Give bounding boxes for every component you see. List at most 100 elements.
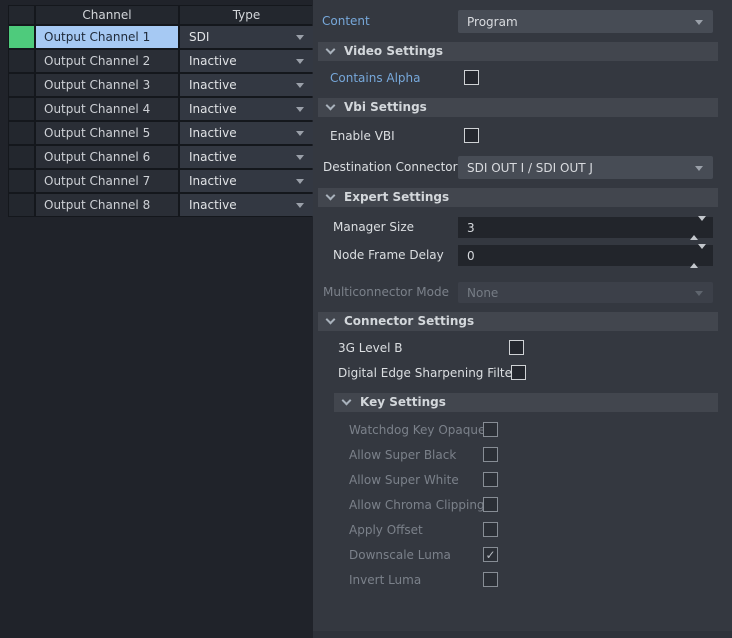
channel-cell[interactable]: Output Channel 3	[36, 74, 178, 96]
type-dropdown[interactable]: SDI	[180, 26, 313, 48]
node-frame-delay-label: Node Frame Delay	[333, 245, 444, 266]
chevron-down-icon	[296, 83, 304, 88]
stepper-down-icon[interactable]	[698, 216, 706, 235]
settings-panel: Content Program Video Settings Contains …	[313, 0, 732, 638]
apply-offset-checkbox	[483, 522, 498, 537]
allow-chroma-clipping-label: Allow Chroma Clipping	[349, 497, 485, 514]
type-dropdown[interactable]: Inactive	[180, 122, 313, 144]
section-expert-settings[interactable]: Expert Settings	[318, 188, 718, 207]
multiconnector-mode-row: Multiconnector Mode None	[313, 282, 732, 303]
node-frame-delay-row: Node Frame Delay 0	[313, 245, 732, 266]
row-marker-cell[interactable]	[9, 122, 34, 144]
contains-alpha-checkbox[interactable]	[464, 70, 479, 85]
digital-edge-sharpening-row: Digital Edge Sharpening Filter	[313, 365, 732, 382]
chevron-down-icon	[326, 101, 336, 111]
chevron-down-icon	[326, 315, 336, 325]
type-dropdown[interactable]: Inactive	[180, 74, 313, 96]
watchdog-key-opaque-checkbox	[483, 422, 498, 437]
chevron-down-icon	[296, 179, 304, 184]
row-marker-cell[interactable]	[9, 170, 34, 192]
channel-cell[interactable]: Output Channel 2	[36, 50, 178, 72]
destination-connector-row: Destination Connector SDI OUT I / SDI OU…	[313, 156, 732, 179]
contains-alpha-label: Contains Alpha	[330, 70, 421, 87]
chevron-down-icon	[296, 107, 304, 112]
chevron-down-icon	[296, 155, 304, 160]
section-key-settings[interactable]: Key Settings	[334, 393, 718, 412]
type-dropdown[interactable]: Inactive	[180, 194, 313, 216]
multiconnector-mode-label: Multiconnector Mode	[323, 282, 449, 303]
type-dropdown[interactable]: Inactive	[180, 98, 313, 120]
invert-luma-checkbox	[483, 572, 498, 587]
apply-offset-row: Apply Offset	[313, 522, 732, 539]
stepper-down-icon[interactable]	[698, 244, 706, 263]
table-header-marker	[9, 6, 34, 24]
chevron-down-icon	[695, 166, 703, 171]
node-frame-delay-stepper[interactable]: 0	[458, 245, 713, 266]
row-marker-cell[interactable]	[9, 74, 34, 96]
section-video-settings[interactable]: Video Settings	[318, 42, 718, 61]
content-dropdown[interactable]: Program	[458, 10, 713, 33]
channel-cell[interactable]: Output Channel 1	[36, 26, 178, 48]
channel-cell[interactable]: Output Channel 8	[36, 194, 178, 216]
row-marker-cell[interactable]	[9, 26, 34, 48]
downscale-luma-row: Downscale Luma ✓	[313, 547, 732, 564]
panel-bottom-edge	[313, 631, 732, 638]
channel-cell[interactable]: Output Channel 4	[36, 98, 178, 120]
channel-cell[interactable]: Output Channel 7	[36, 170, 178, 192]
enable-vbi-row: Enable VBI	[313, 128, 732, 145]
row-marker-cell[interactable]	[9, 50, 34, 72]
table-header-channel: Channel	[36, 6, 178, 24]
allow-super-white-checkbox	[483, 472, 498, 487]
row-marker-cell[interactable]	[9, 146, 34, 168]
apply-offset-label: Apply Offset	[349, 522, 423, 539]
chevron-down-icon	[296, 131, 304, 136]
content-label: Content	[322, 10, 370, 33]
chevron-down-icon	[695, 20, 703, 25]
type-dropdown[interactable]: Inactive	[180, 50, 313, 72]
allow-chroma-clipping-checkbox	[483, 497, 498, 512]
section-connector-settings[interactable]: Connector Settings	[318, 312, 718, 331]
channel-table: Channel Type Output Channel 1 SDI Output…	[8, 5, 312, 217]
downscale-luma-label: Downscale Luma	[349, 547, 451, 564]
enable-vbi-checkbox[interactable]	[464, 128, 479, 143]
chevron-down-icon	[326, 45, 336, 55]
allow-super-black-checkbox	[483, 447, 498, 462]
invert-luma-row: Invert Luma	[313, 572, 732, 589]
watchdog-key-opaque-row: Watchdog Key Opaque	[313, 422, 732, 439]
section-vbi-settings[interactable]: Vbi Settings	[318, 98, 718, 117]
multiconnector-mode-dropdown: None	[458, 282, 713, 303]
enable-vbi-label: Enable VBI	[330, 128, 395, 145]
chevron-down-icon	[296, 59, 304, 64]
3g-level-b-label: 3G Level B	[338, 340, 402, 357]
3g-level-b-row: 3G Level B	[313, 340, 732, 357]
row-marker-cell[interactable]	[9, 98, 34, 120]
stepper-up-icon[interactable]	[690, 221, 698, 240]
manager-size-row: Manager Size 3	[313, 217, 732, 238]
chevron-down-icon	[326, 191, 336, 201]
stepper-up-icon[interactable]	[690, 249, 698, 268]
allow-super-black-row: Allow Super Black	[313, 447, 732, 464]
chevron-down-icon	[296, 35, 304, 40]
channel-cell[interactable]: Output Channel 5	[36, 122, 178, 144]
channel-cell[interactable]: Output Channel 6	[36, 146, 178, 168]
manager-size-label: Manager Size	[333, 217, 414, 238]
chevron-down-icon	[296, 203, 304, 208]
check-icon: ✓	[484, 548, 497, 562]
digital-edge-sharpening-checkbox[interactable]	[511, 365, 526, 380]
table-header-type: Type	[180, 6, 313, 24]
allow-super-white-row: Allow Super White	[313, 472, 732, 489]
type-dropdown[interactable]: Inactive	[180, 146, 313, 168]
invert-luma-label: Invert Luma	[349, 572, 421, 589]
watchdog-key-opaque-label: Watchdog Key Opaque	[349, 422, 485, 439]
chevron-down-icon	[695, 291, 703, 296]
destination-connector-dropdown[interactable]: SDI OUT I / SDI OUT J	[458, 156, 713, 179]
allow-chroma-clipping-row: Allow Chroma Clipping	[313, 497, 732, 514]
digital-edge-sharpening-label: Digital Edge Sharpening Filter	[338, 365, 517, 382]
row-marker-cell[interactable]	[9, 194, 34, 216]
3g-level-b-checkbox[interactable]	[509, 340, 524, 355]
allow-super-black-label: Allow Super Black	[349, 447, 456, 464]
downscale-luma-checkbox: ✓	[483, 547, 498, 562]
type-dropdown[interactable]: Inactive	[180, 170, 313, 192]
manager-size-stepper[interactable]: 3	[458, 217, 713, 238]
allow-super-white-label: Allow Super White	[349, 472, 459, 489]
